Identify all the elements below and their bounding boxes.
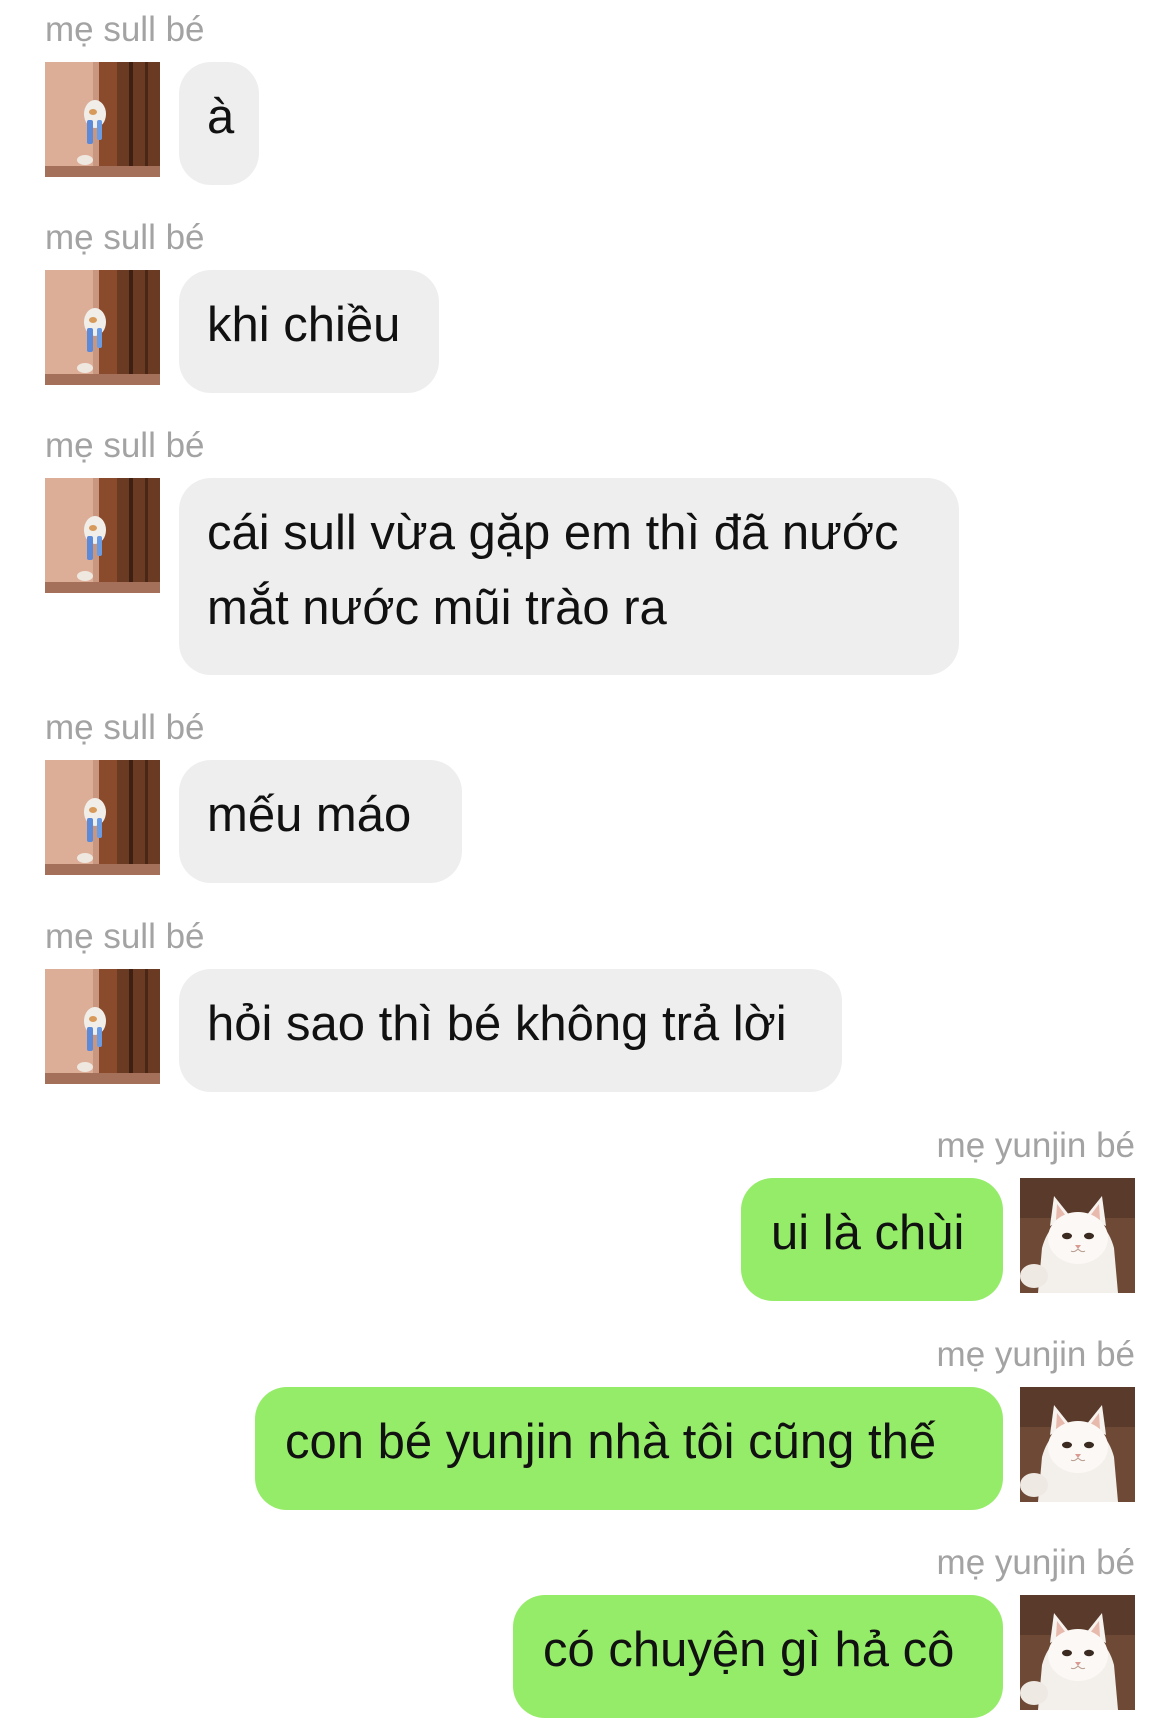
sender-name: mẹ sull bé: [45, 218, 205, 257]
peeking-cat-avatar-icon[interactable]: [45, 270, 160, 385]
message-text: ui là chùi: [771, 1206, 965, 1260]
message-text: khi chiều: [207, 298, 401, 352]
white-cat-avatar-image: [1020, 1595, 1135, 1710]
message-bubble[interactable]: khi chiều: [179, 270, 439, 393]
peeking-cat-avatar-image: [45, 62, 160, 177]
peeking-cat-avatar-icon[interactable]: [45, 760, 160, 875]
message-bubble[interactable]: hỏi sao thì bé không trả lời: [179, 969, 842, 1092]
message-bubble[interactable]: ui là chùi: [741, 1178, 1003, 1301]
sender-name: mẹ sull bé: [45, 10, 205, 49]
peeking-cat-avatar-icon[interactable]: [45, 969, 160, 1084]
message-bubble[interactable]: con bé yunjin nhà tôi cũng thế: [255, 1387, 1003, 1510]
sender-name: mẹ sull bé: [45, 917, 205, 956]
white-cat-avatar-icon[interactable]: [1020, 1387, 1135, 1502]
message-text: con bé yunjin nhà tôi cũng thế: [285, 1415, 937, 1469]
sender-name: mẹ yunjin bé: [936, 1126, 1135, 1165]
message-text: à: [207, 90, 235, 144]
message-text: hỏi sao thì bé không trả lời: [207, 997, 787, 1051]
sender-name: mẹ yunjin bé: [936, 1335, 1135, 1374]
message-bubble[interactable]: cái sull vừa gặp em thì đã nước mắt nước…: [179, 478, 959, 675]
peeking-cat-avatar-image: [45, 270, 160, 385]
peeking-cat-avatar-image: [45, 969, 160, 1084]
message-bubble[interactable]: mếu máo: [179, 760, 462, 883]
sender-name: mẹ yunjin bé: [936, 1543, 1135, 1582]
white-cat-avatar-icon[interactable]: [1020, 1595, 1135, 1710]
peeking-cat-avatar-image: [45, 760, 160, 875]
sender-name: mẹ sull bé: [45, 708, 205, 747]
peeking-cat-avatar-image: [45, 478, 160, 593]
message-text: có chuyện gì hả cô: [543, 1623, 955, 1677]
message-text: cái sull vừa gặp em thì đã nước mắt nước…: [207, 506, 899, 635]
white-cat-avatar-icon[interactable]: [1020, 1178, 1135, 1293]
message-bubble[interactable]: à: [179, 62, 259, 185]
peeking-cat-avatar-icon[interactable]: [45, 62, 160, 177]
message-bubble[interactable]: có chuyện gì hả cô: [513, 1595, 1003, 1718]
white-cat-avatar-image: [1020, 1178, 1135, 1293]
chat-history[interactable]: mẹ sull bé à mẹ sull bé khi chiều mẹ sul…: [0, 0, 1170, 1724]
message-text: mếu máo: [207, 788, 412, 842]
white-cat-avatar-image: [1020, 1387, 1135, 1502]
sender-name: mẹ sull bé: [45, 426, 205, 465]
peeking-cat-avatar-icon[interactable]: [45, 478, 160, 593]
